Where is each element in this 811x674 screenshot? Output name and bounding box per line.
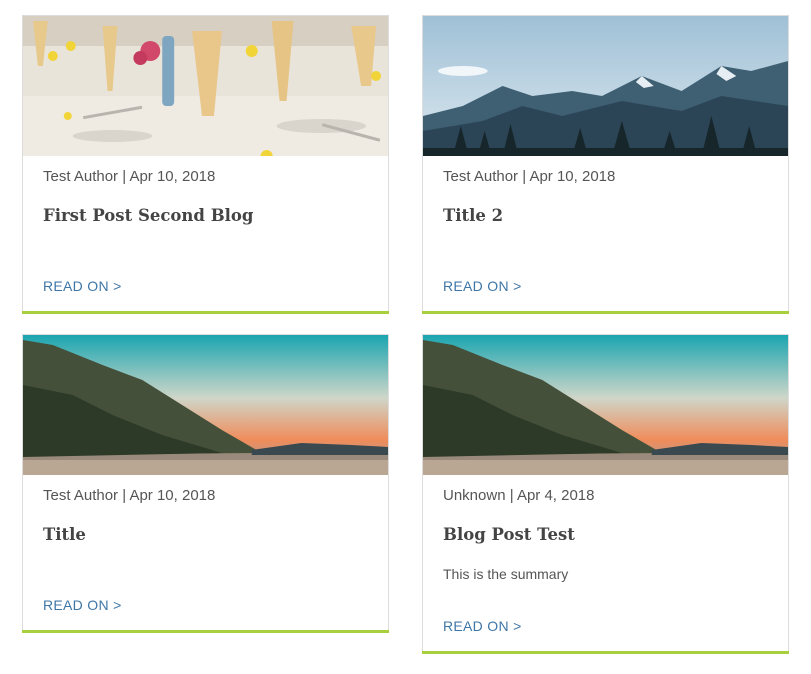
- post-title[interactable]: First Post Second Blog: [43, 206, 253, 225]
- post-title[interactable]: Blog Post Test: [443, 525, 575, 544]
- table-setting-image[interactable]: [23, 16, 388, 156]
- blog-card[interactable]: Test Author | Apr 10, 2018 First Post Se…: [22, 15, 389, 314]
- card-accent-bar: [422, 651, 789, 654]
- card-accent-bar: [422, 311, 789, 314]
- post-meta: Test Author | Apr 10, 2018: [43, 168, 216, 185]
- read-on-link[interactable]: READ ON >: [443, 278, 522, 294]
- card-accent-bar: [22, 630, 389, 633]
- read-on-link[interactable]: READ ON >: [443, 618, 522, 634]
- blog-card[interactable]: Unknown | Apr 4, 2018 Blog Post Test Thi…: [422, 334, 789, 654]
- post-summary: This is the summary: [443, 566, 569, 582]
- read-on-link[interactable]: READ ON >: [43, 278, 122, 294]
- post-meta: Test Author | Apr 10, 2018: [443, 168, 616, 185]
- post-title[interactable]: Title 2: [443, 206, 503, 225]
- read-on-link[interactable]: READ ON >: [43, 597, 122, 613]
- mountain-image[interactable]: [423, 16, 788, 156]
- coastal-image[interactable]: [23, 335, 388, 475]
- post-meta: Unknown | Apr 4, 2018: [443, 487, 595, 504]
- blog-card[interactable]: Test Author | Apr 10, 2018 Title READ ON…: [22, 334, 389, 633]
- card-accent-bar: [22, 311, 389, 314]
- post-meta: Test Author | Apr 10, 2018: [43, 487, 216, 504]
- blog-card[interactable]: Test Author | Apr 10, 2018 Title 2 READ …: [422, 15, 789, 314]
- coastal-image[interactable]: [423, 335, 788, 475]
- post-title[interactable]: Title: [43, 525, 86, 544]
